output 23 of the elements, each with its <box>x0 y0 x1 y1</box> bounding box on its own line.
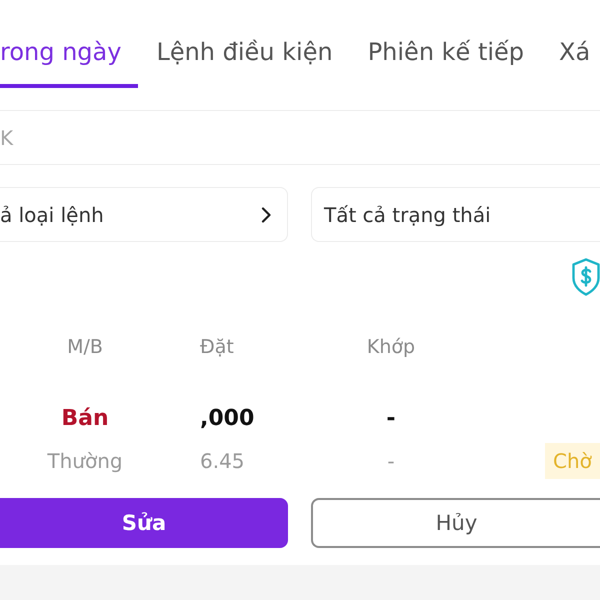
order-quantity: ,000 <box>200 406 254 430</box>
chevron-right-icon <box>261 206 271 222</box>
cancel-button[interactable]: Hủy <box>311 498 600 548</box>
tab[interactable]: rong ngày <box>0 38 138 88</box>
filter-dropdown[interactable]: Tất cả trạng thái <box>311 187 600 242</box>
column-header: M/B <box>67 336 103 358</box>
filter-value: ả loại lệnh <box>0 202 104 226</box>
order-price: 6.45 <box>200 449 245 473</box>
edit-button[interactable]: Sửa <box>0 498 288 548</box>
status-badge: Chờ <box>545 443 600 479</box>
column-header: Khớp <box>366 336 416 358</box>
tab[interactable]: Xá <box>559 38 590 88</box>
order-type: Thường <box>47 449 123 473</box>
matched-quantity: - <box>386 406 396 430</box>
filter-dropdown[interactable]: ả loại lệnh <box>0 187 288 242</box>
matched-price: - <box>387 449 395 473</box>
shield-dollar-icon[interactable] <box>572 258 600 296</box>
order-side: Bán <box>61 406 109 430</box>
filter-value: Tất cả trạng thái <box>324 202 491 226</box>
column-header: Đặt <box>200 336 234 358</box>
tab[interactable]: Phiên kế tiếp <box>368 38 542 88</box>
search-field[interactable]: K <box>0 110 600 165</box>
tab[interactable]: Lệnh điều kiện <box>156 38 350 88</box>
